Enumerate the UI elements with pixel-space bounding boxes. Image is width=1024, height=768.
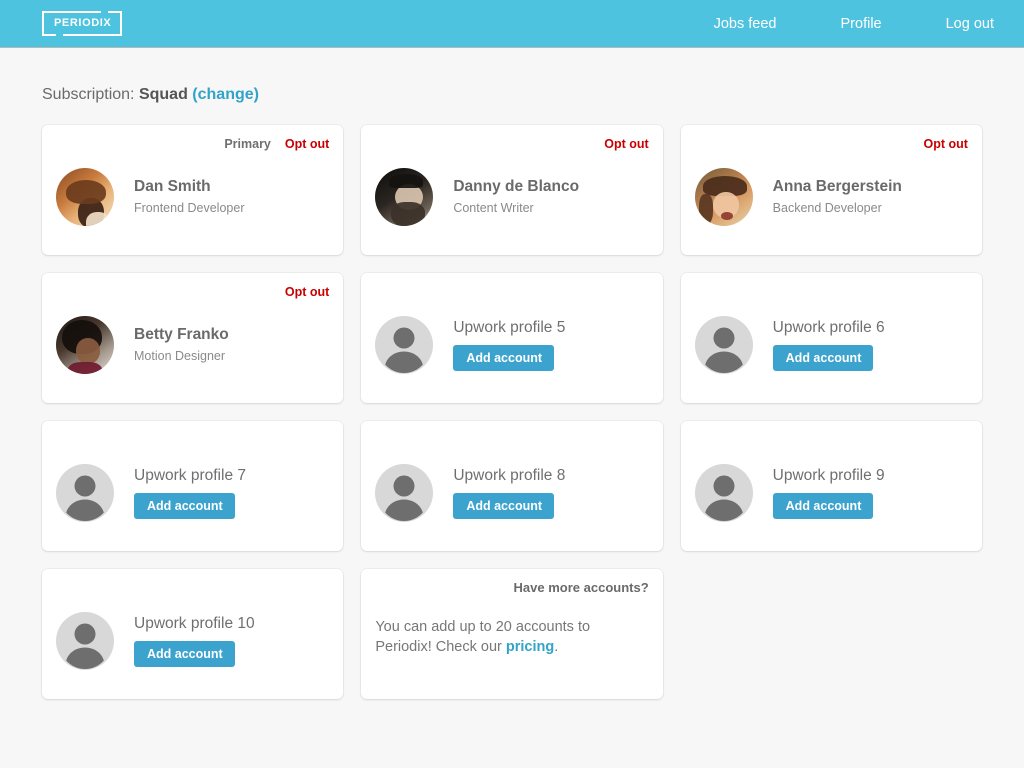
add-account-button[interactable]: Add account: [772, 344, 874, 372]
account-card-cell: Upwork profile 10 Add account: [33, 569, 352, 717]
add-account-button[interactable]: Add account: [453, 344, 555, 372]
card-body: Dan Smith Frontend Developer: [56, 150, 329, 243]
subscription-change-link[interactable]: (change): [192, 86, 259, 103]
placeholder-avatar-icon: [694, 315, 753, 374]
account-role: Content Writer: [453, 200, 534, 215]
subscription-plan: Squad: [138, 86, 188, 103]
placeholder-avatar-icon: [56, 611, 114, 670]
nav-log-out[interactable]: Log out: [936, 10, 1004, 38]
account-name: Betty Franko: [134, 326, 229, 344]
card-info: Upwork profile 5 Add account: [453, 318, 565, 372]
account-card-cell: Upwork profile 9 Add account: [672, 421, 991, 569]
avatar: [56, 315, 114, 374]
card-body: Upwork profile 5 Add account: [375, 298, 648, 391]
page-content: Subscription: Squad (change) Primary Opt …: [0, 48, 1024, 717]
info-card-cell: Have more accounts? You can add up to 20 …: [352, 569, 671, 717]
account-card-grid: Primary Opt out Dan Smith Frontend Develope…: [33, 125, 991, 717]
avatar: [56, 167, 114, 226]
account-card-cell: Opt out Betty Franko Motion Designer: [33, 273, 352, 421]
account-name: Dan Smith: [134, 178, 211, 196]
card-info: Upwork profile 8 Add account: [453, 466, 565, 520]
info-card-text-after: .: [554, 638, 559, 655]
account-card-cell: Opt out Danny de Blanco Content Writer: [352, 125, 671, 273]
account-card: Opt out Anna Bergerstein Backend Developer: [680, 125, 982, 255]
placeholder-avatar-icon: [375, 463, 434, 522]
account-card: Opt out Danny de Blanco Content Writer: [361, 125, 663, 255]
add-account-button[interactable]: Add account: [453, 492, 555, 520]
empty-profile-card: Upwork profile 6 Add account: [680, 273, 982, 403]
add-account-button[interactable]: Add account: [134, 492, 235, 520]
info-card-title: Have more accounts?: [513, 580, 649, 595]
card-info: Upwork profile 7 Add account: [134, 466, 246, 520]
card-info: Betty Franko Motion Designer: [134, 325, 229, 363]
avatar: [375, 167, 434, 226]
account-role: Backend Developer: [772, 200, 882, 215]
periodix-logo[interactable]: PERIODIX: [42, 10, 123, 37]
account-card-cell: Upwork profile 6 Add account: [672, 273, 991, 421]
profile-slot-name: Upwork profile 6: [772, 318, 885, 336]
empty-profile-card: Upwork profile 10 Add account: [42, 569, 344, 699]
account-name: Danny de Blanco: [453, 178, 580, 196]
card-info: Upwork profile 6 Add account: [772, 318, 885, 372]
card-body: Danny de Blanco Content Writer: [375, 150, 648, 243]
profile-slot-name: Upwork profile 9: [772, 466, 885, 484]
card-body: Upwork profile 7 Add account: [56, 446, 329, 539]
nav-profile[interactable]: Profile: [831, 10, 892, 38]
card-body: Upwork profile 9 Add account: [694, 446, 968, 539]
profile-slot-name: Upwork profile 8: [453, 466, 566, 484]
info-card-text: You can add up to 20 accounts to Periodi…: [375, 618, 648, 657]
account-card-cell: Opt out Anna Bergerstein Backend Developer: [672, 125, 991, 273]
account-card-cell: Upwork profile 7 Add account: [33, 421, 352, 569]
card-body: Upwork profile 8 Add account: [375, 446, 648, 539]
empty-profile-card: Upwork profile 5 Add account: [361, 273, 663, 403]
profile-slot-name: Upwork profile 5: [453, 318, 566, 336]
card-body: Anna Bergerstein Backend Developer: [694, 150, 968, 243]
top-navigation-bar: PERIODIX Jobs feed Profile Log out: [0, 0, 1024, 48]
account-role: Frontend Developer: [134, 200, 245, 215]
card-body: Upwork profile 6 Add account: [694, 298, 968, 391]
subscription-label: Subscription:: [42, 86, 135, 103]
empty-profile-card: Upwork profile 8 Add account: [361, 421, 663, 551]
profile-slot-name: Upwork profile 10: [134, 614, 255, 632]
main-nav: Jobs feed Profile Log out: [704, 10, 1004, 38]
account-card-cell: Primary Opt out Dan Smith Frontend Develope…: [33, 125, 352, 273]
card-info: Danny de Blanco Content Writer: [453, 177, 579, 215]
card-body: Betty Franko Motion Designer: [56, 298, 329, 391]
add-account-button[interactable]: Add account: [772, 492, 874, 520]
account-card-cell: Upwork profile 5 Add account: [352, 273, 671, 421]
card-info: Dan Smith Frontend Developer: [134, 177, 244, 215]
pricing-link[interactable]: pricing: [506, 639, 554, 655]
nav-jobs-feed[interactable]: Jobs feed: [704, 10, 787, 38]
card-info: Upwork profile 10 Add account: [134, 614, 255, 668]
empty-profile-card: Upwork profile 9 Add account: [680, 421, 982, 551]
placeholder-avatar-icon: [56, 463, 114, 522]
account-card: Primary Opt out Dan Smith Frontend Develope…: [42, 125, 344, 255]
card-body: Upwork profile 10 Add account: [56, 594, 329, 687]
account-name: Anna Bergerstein: [772, 178, 902, 196]
placeholder-avatar-icon: [375, 315, 434, 374]
avatar: [694, 167, 753, 226]
empty-profile-card: Upwork profile 7 Add account: [42, 421, 344, 551]
placeholder-avatar-icon: [694, 463, 753, 522]
account-card: Opt out Betty Franko Motion Designer: [42, 273, 344, 403]
card-info: Anna Bergerstein Backend Developer: [773, 177, 902, 215]
account-card-cell: Upwork profile 8 Add account: [352, 421, 671, 569]
have-more-accounts-card: Have more accounts? You can add up to 20 …: [361, 569, 663, 699]
account-role: Motion Designer: [134, 348, 226, 363]
profile-slot-name: Upwork profile 7: [134, 466, 246, 484]
add-account-button[interactable]: Add account: [134, 640, 235, 668]
subscription-line: Subscription: Squad (change): [42, 48, 982, 125]
card-info: Upwork profile 9 Add account: [772, 466, 885, 520]
